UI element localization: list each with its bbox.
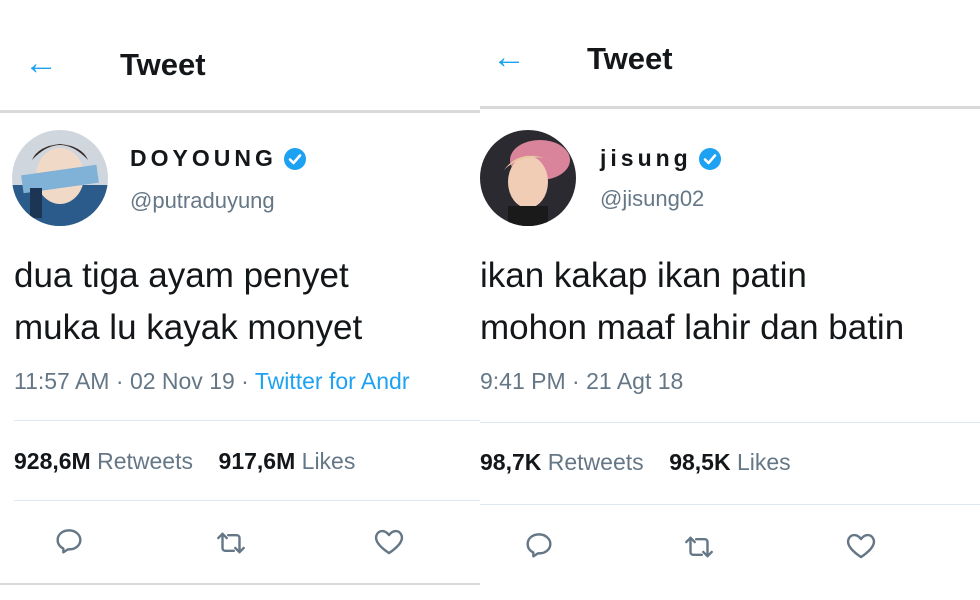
heart-icon[interactable] [372,524,406,558]
divider [480,422,980,423]
likes-label: Likes [736,449,791,475]
display-name[interactable]: DOYOUNG [130,145,307,172]
verified-badge-icon [283,147,306,170]
tweet-stats: 98,7K Retweets 98,5K Likes [480,449,791,476]
header-title: Tweet [587,41,673,76]
likes-label: Likes [301,448,356,474]
retweet-icon[interactable] [214,526,248,560]
reply-icon[interactable] [522,528,556,562]
tweet-meta: 11:57 AM · 02 Nov 19 · Twitter for Andr [14,368,410,394]
tweet-panel-left: ← Tweet DOYOUNG @putraduyung dua tiga ay… [0,0,480,600]
tweet-date: 02 Nov 19 [129,368,235,394]
tweet-stats: 928,6M Retweets 917,6M Likes [14,448,355,475]
display-name-text: jisung [600,145,692,171]
retweets-stat[interactable]: 98,7K Retweets [480,449,644,475]
heart-icon[interactable] [844,528,878,562]
tweet-time: 9:41 PM [480,368,566,394]
header-title: Tweet [120,47,206,82]
avatar[interactable] [12,130,108,226]
retweets-count: 928,6M [14,448,91,474]
reply-icon[interactable] [52,524,86,558]
retweet-icon[interactable] [682,530,716,564]
back-arrow-icon[interactable]: ← [24,46,58,80]
tweet-header: ← Tweet [0,0,480,110]
header-divider [480,106,980,109]
retweets-label: Retweets [97,448,193,474]
divider [14,500,480,501]
tweet-panel-right: ← Tweet jisung @jisung02 ikan kakap ikan… [480,0,980,600]
bottom-divider [0,583,480,585]
retweets-count: 98,7K [480,449,542,475]
likes-count: 98,5K [669,449,731,475]
divider [480,504,980,505]
tweet-date: 21 Agt 18 [586,368,684,394]
likes-stat[interactable]: 917,6M Likes [219,448,356,474]
tweet-text-line-1: dua tiga ayam penyet [14,256,349,295]
avatar[interactable] [480,130,576,226]
display-name-text: DOYOUNG [130,145,277,171]
divider [14,420,480,421]
tweet-text-line-1: ikan kakap ikan patin [480,256,807,295]
likes-count: 917,6M [218,448,296,474]
back-arrow-icon[interactable]: ← [492,40,526,74]
tweet-meta: 9:41 PM · 21 Agt 18 [480,368,684,394]
verified-badge-icon [698,147,721,170]
tweet-time: 11:57 AM [14,368,110,394]
retweets-label: Retweets [547,449,644,475]
tweet-text-line-2: muka lu kayak monyet [14,308,363,347]
header-divider [0,110,480,113]
user-handle[interactable]: @putraduyung [130,188,275,214]
user-handle[interactable]: @jisung02 [600,186,704,212]
retweets-stat[interactable]: 928,6M Retweets [14,448,193,474]
tweet-text-line-2: mohon maaf lahir dan batin [480,308,905,347]
tweet-source[interactable]: Twitter for Andr [255,368,410,394]
likes-stat[interactable]: 98,5K Likes [669,449,790,475]
display-name[interactable]: jisung [600,145,722,172]
tweet-header: ← Tweet [480,0,980,110]
